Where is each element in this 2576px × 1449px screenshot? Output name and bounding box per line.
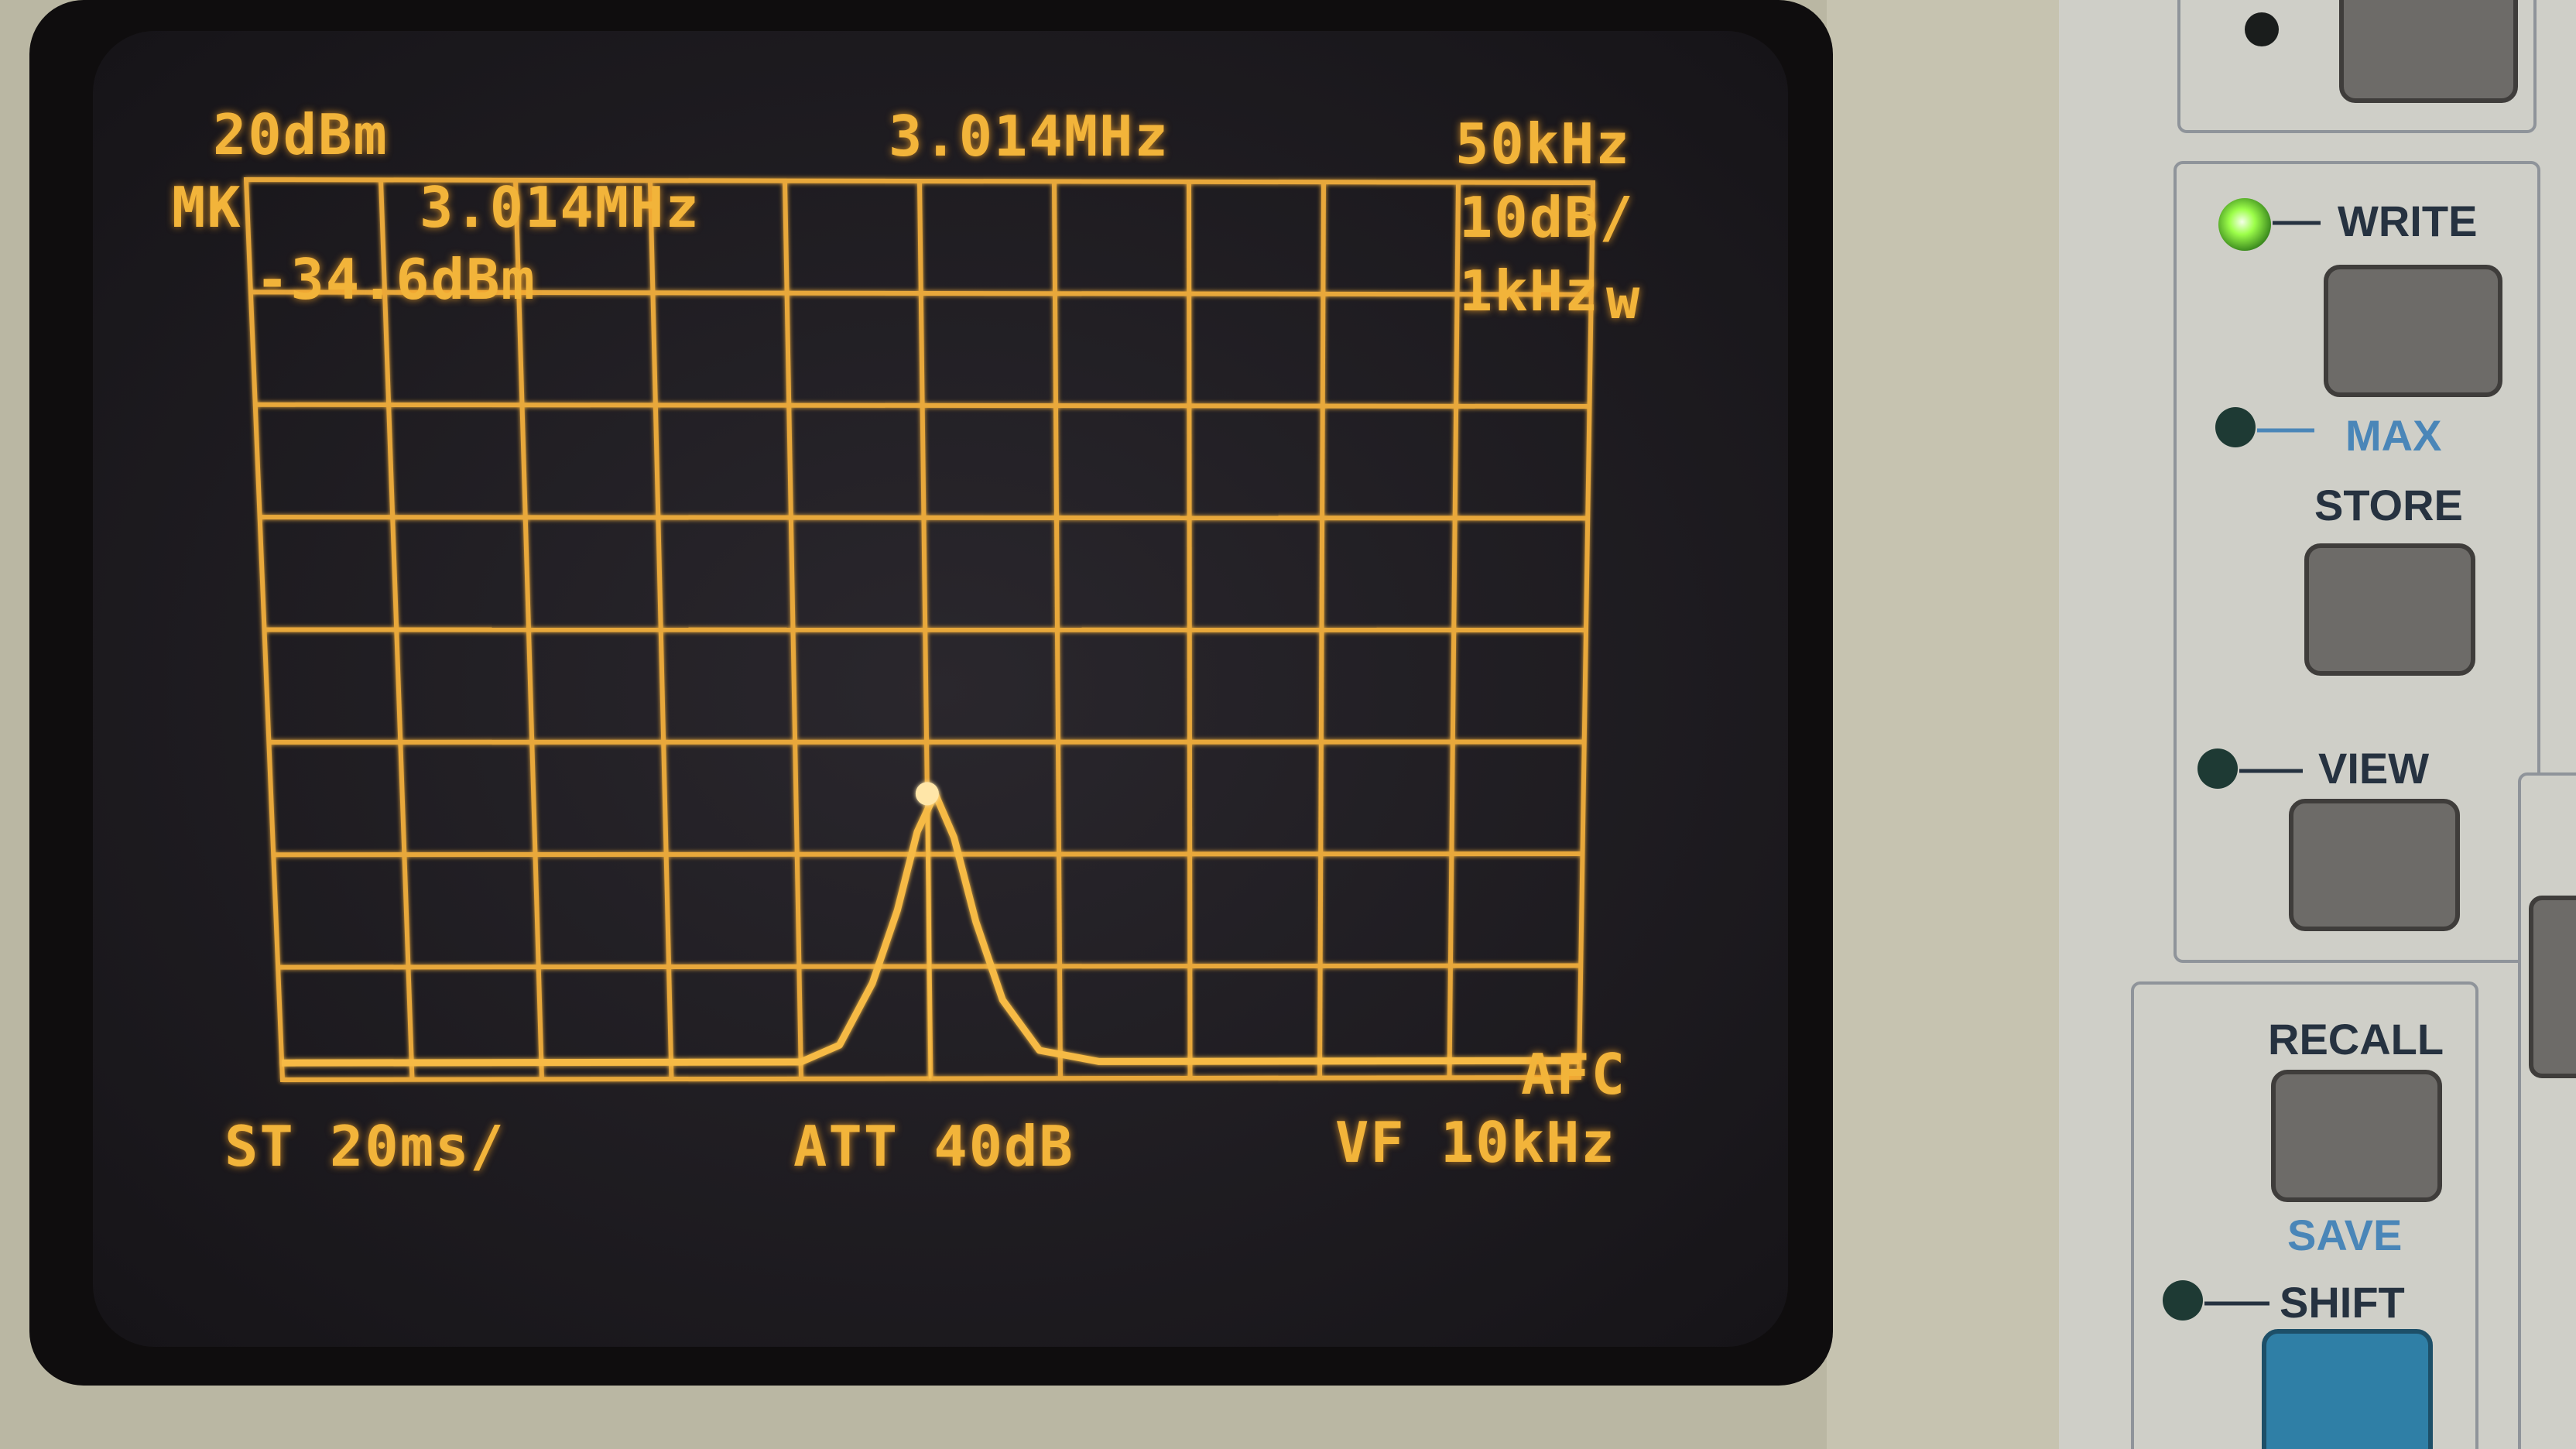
marker-label: MK xyxy=(172,175,242,240)
span-readout: 50kHz xyxy=(1455,111,1631,176)
write-label: WRITE xyxy=(2338,197,2478,245)
store-label: STORE xyxy=(2314,481,2463,529)
marker-frequency-readout: 3.014MHz xyxy=(420,175,701,240)
reference-level-readout: 20dBm xyxy=(213,102,389,167)
max-led-indicator xyxy=(2215,407,2256,447)
sweep-time-readout: ST 20ms/ xyxy=(224,1114,505,1179)
view-label: VIEW xyxy=(2318,744,2430,793)
shift-label: SHIFT xyxy=(2280,1278,2405,1327)
rbw-readout: 1kHz xyxy=(1459,259,1600,324)
store-button[interactable] xyxy=(2304,543,2475,676)
recall-label: RECALL xyxy=(2268,1015,2444,1064)
video-filter-readout: VF 10kHz xyxy=(1335,1110,1616,1175)
save-label: SAVE xyxy=(2287,1211,2403,1259)
max-label: MAX xyxy=(2345,411,2442,460)
led-top-indicator xyxy=(2245,12,2279,46)
write-led-indicator xyxy=(2218,198,2271,251)
edge-button[interactable] xyxy=(2529,896,2576,1078)
spectrum-analyzer-photo xyxy=(0,0,2576,1449)
view-led-indicator xyxy=(2197,748,2238,789)
marker-dot xyxy=(915,782,939,806)
write-button[interactable] xyxy=(2324,265,2502,397)
shift-led-indicator xyxy=(2163,1280,2203,1321)
scale-readout: 10dB/ xyxy=(1459,185,1635,250)
center-frequency-readout: 3.014MHz xyxy=(889,104,1170,169)
graticule-horizontal-line xyxy=(259,515,1588,521)
graticule-horizontal-line xyxy=(264,627,1587,632)
shift-button[interactable] xyxy=(2262,1329,2433,1449)
panel-group-edge xyxy=(2518,772,2576,1449)
graticule-horizontal-line xyxy=(255,402,1590,409)
recall-button[interactable] xyxy=(2271,1070,2442,1202)
top-button[interactable] xyxy=(2339,0,2518,103)
attenuation-readout: ATT 40dB xyxy=(793,1114,1074,1179)
marker-level-readout: -34.6dBm xyxy=(255,247,536,312)
view-button[interactable] xyxy=(2289,799,2460,931)
rbw-flag: w xyxy=(1606,266,1642,331)
afc-indicator: AFC xyxy=(1521,1042,1627,1107)
